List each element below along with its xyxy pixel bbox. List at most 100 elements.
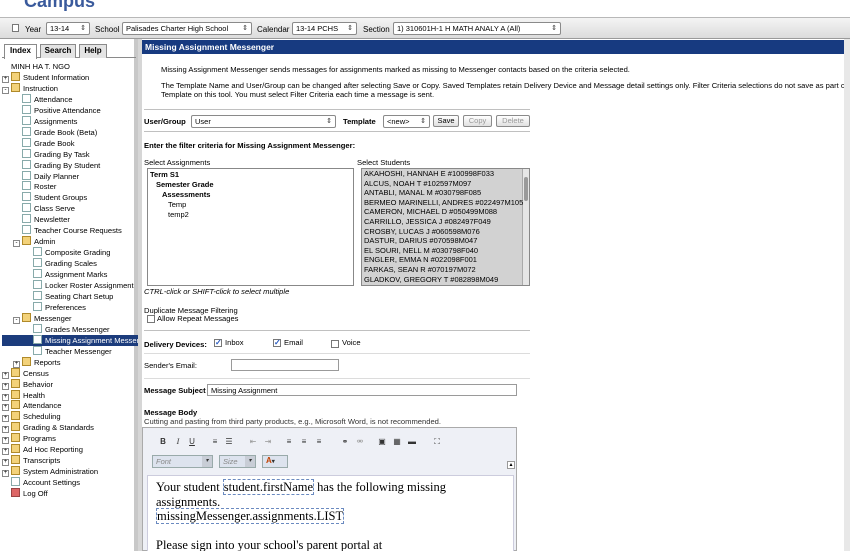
expand-icon[interactable]: + <box>2 470 9 478</box>
nav-item[interactable]: - Messenger <box>2 312 138 324</box>
nav-item[interactable]: + Student Information <box>2 71 138 83</box>
assignment-item[interactable]: Temp <box>168 200 186 210</box>
expand-icon[interactable]: + <box>2 448 9 456</box>
student-item[interactable]: EL SOURI, NELL M #030798F040 <box>364 246 478 256</box>
sender-email-input[interactable] <box>231 359 339 371</box>
align-left-icon[interactable]: ≡ <box>283 436 295 447</box>
collapse-icon[interactable]: - <box>2 86 9 94</box>
year-select[interactable]: 13-14 ⇕ <box>46 22 90 35</box>
students-listbox[interactable]: AKAHOSHI, HANNAH E #100998F033 ALCUS, NOA… <box>361 168 530 286</box>
inbox-checkbox[interactable]: ✓ <box>214 339 222 347</box>
collapse-icon[interactable]: - <box>13 240 20 248</box>
student-item[interactable]: HEALY, CAMPBELL L #052998F065 <box>364 284 485 285</box>
student-item[interactable]: CAMERON, MICHAEL D #050499M088 <box>364 207 497 217</box>
assignments-listbox[interactable]: Term S1 Semester Grade Assessments Temp temp… <box>147 168 354 286</box>
student-item[interactable]: ANTABLI, MANAL M #030798F085 <box>364 188 481 198</box>
font-select[interactable]: Font ▾ <box>152 455 213 468</box>
expand-icon[interactable]: + <box>2 437 9 445</box>
nav-item[interactable]: - Instruction <box>2 82 138 94</box>
nav-item[interactable]: + Attendance <box>2 400 138 412</box>
user-group-select[interactable]: User ⇕ <box>191 115 336 128</box>
copy-button[interactable]: Copy <box>463 115 492 127</box>
nav-item[interactable]: Teacher Course Requests <box>2 225 138 236</box>
template-select[interactable]: <new> ⇕ <box>383 115 430 128</box>
nav-item[interactable]: Newsletter <box>2 214 138 225</box>
nav-item[interactable]: Class Serve <box>2 203 138 214</box>
link-icon[interactable]: ⚭ <box>339 436 351 447</box>
align-center-icon[interactable]: ≡ <box>298 436 310 447</box>
nav-item[interactable]: + Reports <box>2 356 138 368</box>
nav-item[interactable]: + Programs <box>2 433 138 445</box>
nav-item[interactable]: MINH HA T. NGO <box>2 61 138 72</box>
expand-icon[interactable]: + <box>2 426 9 434</box>
tab-search[interactable]: Search <box>40 44 76 58</box>
student-item[interactable]: GLADKOV, GREGORY T #082898M049 <box>364 275 498 285</box>
student-item[interactable]: AKAHOSHI, HANNAH E #100998F033 <box>364 169 494 179</box>
school-select[interactable]: Palisades Charter High School ⇕ <box>122 22 252 35</box>
nav-item[interactable]: Log Off <box>2 488 138 499</box>
nav-item[interactable]: + Ad Hoc Reporting <box>2 444 138 456</box>
horizontal-rule-icon[interactable]: ▬ <box>406 436 418 447</box>
nav-item[interactable]: + Transcripts <box>2 455 138 467</box>
message-subject-input[interactable]: Missing Assignment <box>207 384 517 396</box>
voice-checkbox[interactable] <box>331 340 339 348</box>
nav-item[interactable]: Preferences <box>2 301 138 313</box>
assignment-item[interactable]: Term S1 <box>150 170 179 180</box>
nav-item[interactable]: Locker Roster Assignment <box>2 280 138 291</box>
numbered-list-icon[interactable]: ≡ <box>209 436 221 447</box>
expand-icon[interactable]: + <box>2 459 9 467</box>
nav-item[interactable]: + Behavior <box>2 378 138 390</box>
student-item[interactable]: ENGLER, EMMA N #022098F001 <box>364 255 477 265</box>
nav-item[interactable]: Missing Assignment Messenger <box>2 334 152 346</box>
unlink-icon[interactable]: ⚮ <box>354 436 366 447</box>
expand-icon[interactable]: + <box>2 382 9 390</box>
expand-icon[interactable]: + <box>2 404 9 412</box>
nav-item[interactable]: Composite Grading <box>2 247 138 258</box>
student-item[interactable]: CARRILLO, JESSICA J #082497F049 <box>364 217 491 227</box>
nav-item[interactable]: + System Administration <box>2 466 138 478</box>
editor-expand-icon[interactable]: ▴ <box>507 461 515 469</box>
assignment-item[interactable]: Assessments <box>162 190 210 200</box>
tab-help[interactable]: Help <box>79 44 107 58</box>
nav-item[interactable]: Assignment Marks <box>2 269 138 280</box>
nav-item[interactable]: + Health <box>2 389 138 401</box>
insert-field-icon[interactable]: ⛶ <box>431 436 443 447</box>
allow-repeat-checkbox[interactable] <box>147 315 155 323</box>
nav-item[interactable]: Grading By Task <box>2 148 138 160</box>
tab-index[interactable]: Index <box>4 44 37 59</box>
student-item[interactable]: ALCUS, NOAH T #102597M097 <box>364 179 471 189</box>
size-select[interactable]: Size ▾ <box>219 455 256 468</box>
nav-item[interactable]: Student Groups <box>2 192 138 203</box>
nav-item[interactable]: Teacher Messenger <box>2 345 138 357</box>
collapse-icon[interactable]: - <box>13 316 20 324</box>
expand-icon[interactable]: + <box>2 371 9 379</box>
save-button[interactable]: Save <box>433 115 459 127</box>
nav-item[interactable]: + Scheduling <box>2 411 138 423</box>
table-icon[interactable]: ▦ <box>391 436 403 447</box>
page-scrollbar[interactable] <box>844 39 850 551</box>
indent-icon[interactable]: ⇥ <box>262 436 274 447</box>
expand-icon[interactable]: + <box>13 360 20 368</box>
assignment-item[interactable]: Semester Grade <box>156 180 214 190</box>
message-body-textarea[interactable]: Your student student.firstName has the f… <box>147 475 514 551</box>
nav-item[interactable]: Grade Book (Beta) <box>2 126 138 138</box>
align-right-icon[interactable]: ≡ <box>313 436 325 447</box>
delete-button[interactable]: Delete <box>496 115 530 127</box>
nav-item[interactable]: Daily Planner <box>2 170 138 182</box>
nav-item[interactable]: Seating Chart Setup <box>2 290 138 302</box>
section-select[interactable]: 1) 310601H-1 H MATH ANALY A (All) ⇕ <box>393 22 561 35</box>
assignment-item[interactable]: temp2 <box>168 210 189 220</box>
student-item[interactable]: CROSBY, LUCAS J #060598M076 <box>364 227 480 237</box>
nav-item[interactable]: Assignments <box>2 115 138 127</box>
image-icon[interactable]: ▣ <box>376 436 388 447</box>
nav-item[interactable]: Attendance <box>2 93 138 105</box>
bold-icon[interactable]: B <box>157 436 169 447</box>
collapse-icon[interactable] <box>12 24 19 32</box>
italic-icon[interactable]: I <box>172 436 184 447</box>
nav-item[interactable]: + Grading & Standards <box>2 422 138 434</box>
text-color-icon[interactable]: A▾ <box>262 455 288 468</box>
expand-icon[interactable]: + <box>2 415 9 423</box>
nav-item[interactable]: Roster <box>2 181 138 192</box>
underline-icon[interactable]: U <box>186 436 198 447</box>
nav-item[interactable]: + Census <box>2 367 138 379</box>
